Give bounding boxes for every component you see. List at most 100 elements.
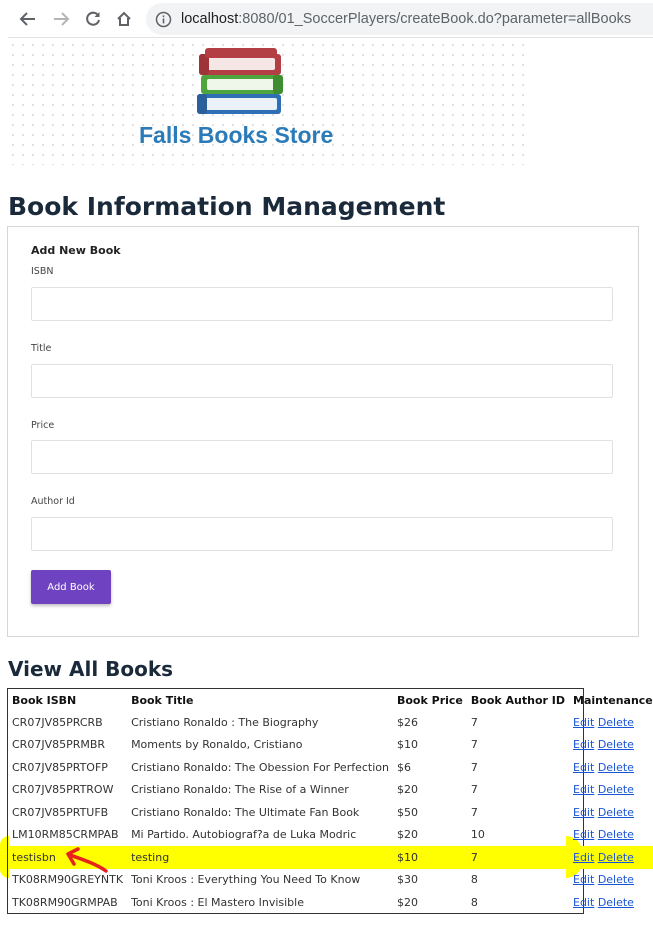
back-button[interactable] bbox=[16, 7, 40, 31]
edit-link[interactable]: Edit bbox=[573, 716, 594, 729]
table-row: TK08RM90GRMPAB Toni Kroos : El Mastero In… bbox=[8, 891, 653, 914]
cell-title: testing bbox=[127, 846, 393, 869]
delete-link[interactable]: Delete bbox=[598, 851, 634, 864]
table-row: LM10RM85CRMPAB Mi Partido. Autobiograf?a … bbox=[8, 824, 653, 847]
cell-price: $10 bbox=[392, 846, 467, 869]
cell-author-id: 7 bbox=[470, 760, 478, 774]
red-arrow-annotation-icon bbox=[66, 847, 108, 873]
forward-button[interactable] bbox=[49, 7, 73, 31]
delete-link[interactable]: Delete bbox=[598, 783, 634, 796]
add-book-button[interactable]: Add Book bbox=[31, 570, 111, 604]
author-id-input[interactable] bbox=[31, 517, 613, 551]
cell-price: $30 bbox=[396, 873, 418, 887]
delete-link[interactable]: Delete bbox=[598, 828, 634, 841]
cell-title: Cristiano Ronaldo: The Rise of a Winner bbox=[131, 783, 349, 797]
edit-link[interactable]: Edit bbox=[573, 761, 594, 774]
url-path: :8080/01_SoccerPlayers/createBook.do?par… bbox=[238, 11, 632, 27]
cell-price: $20 bbox=[396, 783, 418, 797]
cell-title: Cristiano Ronaldo: The Ultimate Fan Book bbox=[131, 805, 360, 819]
reload-icon bbox=[86, 11, 100, 26]
table-header-row: Book ISBN Book Title Book Price Book Aut… bbox=[8, 689, 653, 711]
cell-author-id: 7 bbox=[466, 846, 569, 869]
address-bar[interactable]: localhost:8080/01_SoccerPlayers/createBo… bbox=[146, 3, 653, 35]
cell-maintenance: Edit Delete bbox=[569, 824, 653, 847]
cell-title: Moments by Ronaldo, Cristiano bbox=[131, 738, 303, 752]
page-title: Book Information Management bbox=[8, 192, 446, 221]
cell-maintenance: Edit Delete bbox=[569, 869, 653, 892]
cell-maintenance: Edit Delete bbox=[569, 711, 653, 734]
header-author-id: Book Author ID bbox=[470, 693, 565, 707]
cell-author-id: 7 bbox=[470, 805, 478, 819]
cell-title: Toni Kroos : El Mastero Invisible bbox=[131, 895, 304, 909]
cell-isbn: CR07JV85PRTROW bbox=[12, 783, 114, 797]
delete-link[interactable]: Delete bbox=[598, 716, 634, 729]
arrow-right-icon bbox=[54, 12, 70, 26]
url-host: localhost bbox=[181, 11, 239, 27]
price-label: Price bbox=[31, 420, 55, 431]
browser-toolbar: localhost:8080/01_SoccerPlayers/createBo… bbox=[0, 0, 653, 38]
arrow-left-icon bbox=[19, 12, 35, 26]
edit-link[interactable]: Edit bbox=[573, 783, 594, 796]
header-title: Book Title bbox=[131, 693, 194, 707]
cell-isbn: LM10RM85CRMPAB bbox=[12, 828, 119, 842]
cell-maintenance: Edit Delete bbox=[569, 756, 653, 779]
cell-price: $20 bbox=[396, 895, 418, 909]
author-id-label: Author Id bbox=[31, 496, 75, 507]
cell-maintenance: Edit Delete bbox=[569, 846, 653, 869]
table-row: CR07JV85PRMBR Moments by Ronaldo, Cristia… bbox=[8, 734, 653, 757]
books-table-container: Book ISBN Book Title Book Price Book Aut… bbox=[7, 688, 653, 914]
cell-isbn: TK08RM90GRMPAB bbox=[12, 895, 118, 909]
info-icon[interactable] bbox=[155, 11, 172, 33]
title-label: Title bbox=[31, 343, 52, 354]
price-input[interactable] bbox=[31, 440, 613, 474]
cell-author-id: 8 bbox=[470, 895, 478, 909]
delete-link[interactable]: Delete bbox=[598, 873, 634, 886]
cell-price: $50 bbox=[396, 805, 418, 819]
edit-link[interactable]: Edit bbox=[573, 873, 594, 886]
delete-link[interactable]: Delete bbox=[598, 896, 634, 909]
delete-link[interactable]: Delete bbox=[598, 738, 634, 751]
edit-link[interactable]: Edit bbox=[573, 896, 594, 909]
store-name: Falls Books Store bbox=[139, 122, 334, 148]
cell-maintenance: Edit Delete bbox=[569, 801, 653, 824]
cell-author-id: 8 bbox=[470, 873, 478, 887]
title-input[interactable] bbox=[31, 364, 613, 398]
form-title: Add New Book bbox=[31, 244, 121, 257]
cell-title: Mi Partido. Autobiograf?a de Luka Modric bbox=[131, 828, 357, 842]
table-row: CR07JV85PRCRB Cristiano Ronaldo : The Bio… bbox=[8, 711, 653, 734]
view-all-books-title: View All Books bbox=[8, 657, 174, 681]
edit-link[interactable]: Edit bbox=[573, 828, 594, 841]
isbn-input[interactable] bbox=[31, 287, 613, 321]
header-price: Book Price bbox=[396, 693, 463, 707]
cell-author-id: 7 bbox=[470, 715, 478, 729]
table-body: CR07JV85PRCRB Cristiano Ronaldo : The Bio… bbox=[8, 711, 653, 914]
edit-link[interactable]: Edit bbox=[573, 851, 594, 864]
cell-maintenance: Edit Delete bbox=[569, 779, 653, 802]
reload-button[interactable] bbox=[81, 7, 105, 31]
delete-link[interactable]: Delete bbox=[598, 761, 634, 774]
table-row: CR07JV85PRTROW Cristiano Ronaldo: The Ris… bbox=[8, 779, 653, 802]
cell-isbn: CR07JV85PRTOFP bbox=[12, 760, 108, 774]
cell-title: Cristiano Ronaldo: The Obession For Perf… bbox=[131, 760, 389, 774]
home-button[interactable] bbox=[112, 7, 136, 31]
books-logo-icon bbox=[197, 48, 283, 114]
edit-link[interactable]: Edit bbox=[573, 806, 594, 819]
cell-price: $20 bbox=[396, 828, 418, 842]
cell-maintenance: Edit Delete bbox=[569, 734, 653, 757]
cell-isbn: CR07JV85PRMBR bbox=[12, 738, 106, 752]
cell-title: Toni Kroos : Everything You Need To Know bbox=[131, 873, 361, 887]
cell-isbn: CR07JV85PRTUFB bbox=[12, 805, 109, 819]
edit-link[interactable]: Edit bbox=[573, 738, 594, 751]
cell-title: Cristiano Ronaldo : The Biography bbox=[131, 715, 319, 729]
cell-isbn: CR07JV85PRCRB bbox=[12, 715, 103, 729]
cell-price: $10 bbox=[396, 738, 418, 752]
cell-author-id: 7 bbox=[470, 783, 478, 797]
add-book-form: Add New Book ISBN Title Price Author Id … bbox=[7, 226, 639, 637]
cell-price: $6 bbox=[396, 760, 411, 774]
cell-maintenance: Edit Delete bbox=[569, 891, 653, 914]
delete-link[interactable]: Delete bbox=[598, 806, 634, 819]
cell-author-id: 7 bbox=[470, 738, 478, 752]
home-icon bbox=[117, 11, 131, 26]
header-maintenance: Maintenance bbox=[573, 693, 653, 707]
toolbar-divider bbox=[8, 37, 653, 38]
